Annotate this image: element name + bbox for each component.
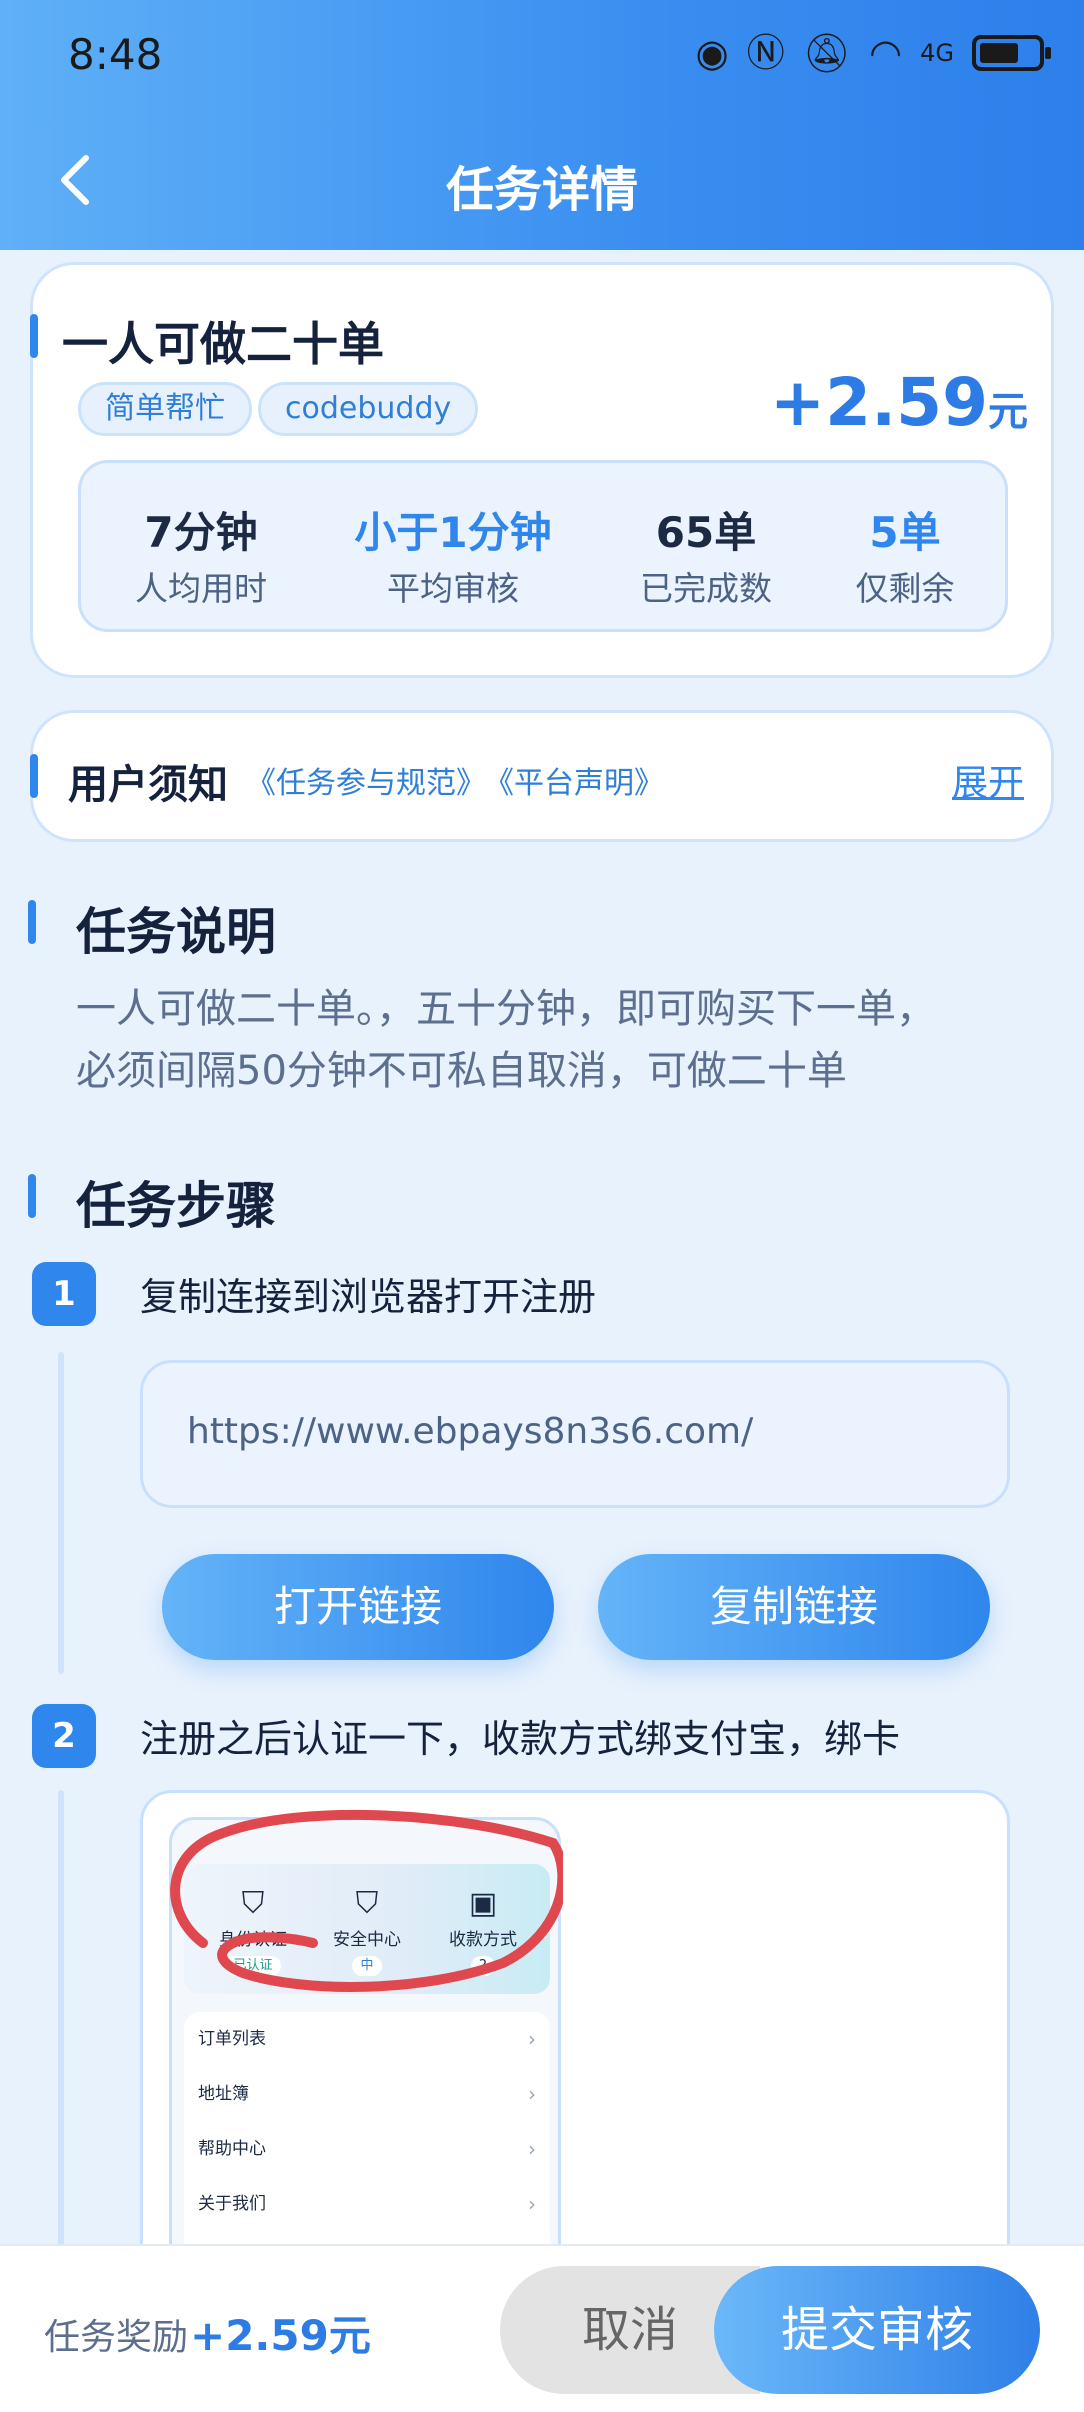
nfc-icon: Ⓝ bbox=[746, 31, 785, 75]
eye-icon: ◉ bbox=[695, 31, 729, 75]
accent-bar bbox=[28, 1174, 36, 1218]
reward-amount: +2.59元 bbox=[769, 364, 1028, 441]
notice-title: 用户须知 bbox=[68, 762, 228, 808]
stat-completed: 65单 已完成数 bbox=[640, 508, 772, 608]
step-number-1: 1 bbox=[32, 1262, 96, 1326]
step-connector bbox=[58, 1790, 64, 2250]
page-title: 任务详情 bbox=[445, 162, 638, 218]
signal-icon: 4G bbox=[920, 39, 954, 67]
footer-bar: 任务奖励 +2.59元 取消 提交审核 bbox=[0, 2244, 1084, 2412]
menu-row: 关于我们 bbox=[198, 2177, 536, 2232]
reward-label: 任务奖励 bbox=[44, 2317, 189, 2358]
submit-review-button[interactable]: 提交审核 bbox=[714, 2266, 1040, 2394]
reward-value: +2.59元 bbox=[190, 2311, 371, 2360]
accent-bar bbox=[30, 754, 38, 798]
status-time: 8:48 bbox=[68, 30, 163, 79]
url-box[interactable]: https://www.ebpays8n3s6.com/ bbox=[140, 1360, 1010, 1508]
menu-row: 订单列表 bbox=[198, 2012, 536, 2067]
stats-panel: 7分钟 人均用时 小于1分钟 平均审核 65单 已完成数 5单 仅剩余 bbox=[78, 460, 1008, 632]
red-circle-annotation bbox=[170, 1809, 563, 1992]
expand-button[interactable]: 展开 bbox=[952, 754, 1024, 806]
declaration-link[interactable]: 《平台声明》 bbox=[484, 758, 664, 802]
description-title: 任务说明 bbox=[76, 903, 276, 961]
rules-link[interactable]: 《任务参与规范》 bbox=[246, 758, 486, 802]
task-name: 一人可做二十单 bbox=[62, 317, 384, 371]
accent-bar bbox=[28, 900, 36, 944]
battery-icon bbox=[972, 35, 1051, 71]
mute-icon: 🔕︎ bbox=[802, 31, 851, 75]
stat-remaining: 5单 仅剩余 bbox=[855, 508, 955, 608]
tag-codebuddy: codebuddy bbox=[258, 382, 479, 436]
copy-link-button[interactable]: 复制链接 bbox=[598, 1554, 990, 1660]
stat-avg-time: 7分钟 人均用时 bbox=[135, 508, 267, 608]
tag-simple-help: 简单帮忙 bbox=[78, 382, 252, 436]
step-text-2: 注册之后认证一下，收款方式绑支付宝，绑卡 bbox=[140, 1717, 901, 1761]
accent-bar bbox=[30, 314, 38, 358]
step-text-1: 复制连接到浏览器打开注册 bbox=[140, 1275, 597, 1319]
wifi-icon: ◠ bbox=[868, 31, 903, 75]
step-screenshot[interactable]: ⛉ 身份认证 已认证 ⛉ 安全中心 中 ▣ 收款方式 2 订单列表 地址簿 帮助… bbox=[140, 1790, 1010, 2310]
status-icons: ◉ Ⓝ 🔕︎ ◠ 4G bbox=[695, 28, 1051, 78]
url-text: https://www.ebpays8n3s6.com/ bbox=[187, 1411, 754, 1452]
step-number-2: 2 bbox=[32, 1704, 96, 1768]
steps-title: 任务步骤 bbox=[76, 1177, 276, 1235]
open-link-button[interactable]: 打开链接 bbox=[162, 1554, 554, 1660]
stat-avg-review: 小于1分钟 平均审核 bbox=[354, 508, 552, 608]
step-connector bbox=[58, 1352, 64, 1674]
menu-row: 地址簿 bbox=[198, 2067, 536, 2122]
description-text: 一人可做二十单。，五十分钟，即可购买下一单， 必须间隔50分钟不可私自取消，可做… bbox=[76, 986, 936, 1094]
menu-row: 帮助中心 bbox=[198, 2122, 536, 2177]
